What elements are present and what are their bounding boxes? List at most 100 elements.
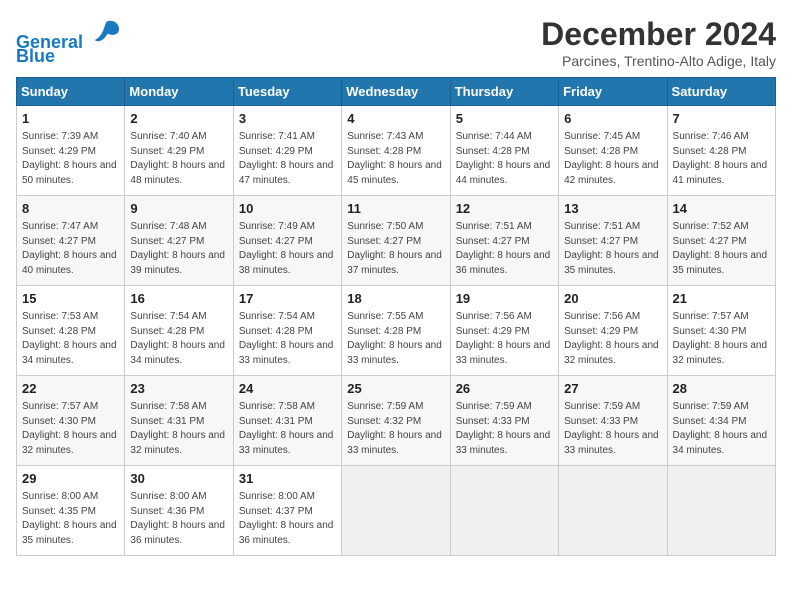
calendar-cell: 3 Sunrise: 7:41 AMSunset: 4:29 PMDayligh… bbox=[233, 106, 341, 196]
title-area: December 2024 Parcines, Trentino-Alto Ad… bbox=[541, 16, 776, 69]
calendar-table: SundayMondayTuesdayWednesdayThursdayFrid… bbox=[16, 77, 776, 556]
day-content: Sunrise: 7:58 AMSunset: 4:31 PMDaylight:… bbox=[239, 400, 336, 458]
day-content: Sunrise: 7:43 AMSunset: 4:28 PMDaylight:… bbox=[347, 130, 444, 188]
day-content: Sunrise: 7:59 AMSunset: 4:33 PMDaylight:… bbox=[456, 400, 553, 458]
day-content: Sunrise: 8:00 AMSunset: 4:35 PMDaylight:… bbox=[22, 490, 119, 548]
calendar-cell: 13 Sunrise: 7:51 AMSunset: 4:27 PMDaylig… bbox=[559, 196, 667, 286]
day-number: 28 bbox=[673, 380, 770, 398]
calendar-cell: 28 Sunrise: 7:59 AMSunset: 4:34 PMDaylig… bbox=[667, 376, 775, 466]
weekday-header-tuesday: Tuesday bbox=[233, 78, 341, 106]
calendar-cell: 6 Sunrise: 7:45 AMSunset: 4:28 PMDayligh… bbox=[559, 106, 667, 196]
day-number: 30 bbox=[130, 470, 227, 488]
day-content: Sunrise: 7:57 AMSunset: 4:30 PMDaylight:… bbox=[673, 310, 770, 368]
day-content: Sunrise: 7:54 AMSunset: 4:28 PMDaylight:… bbox=[130, 310, 227, 368]
calendar-week-2: 8 Sunrise: 7:47 AMSunset: 4:27 PMDayligh… bbox=[17, 196, 776, 286]
day-number: 16 bbox=[130, 290, 227, 308]
calendar-cell: 21 Sunrise: 7:57 AMSunset: 4:30 PMDaylig… bbox=[667, 286, 775, 376]
day-number: 13 bbox=[564, 200, 661, 218]
day-number: 7 bbox=[673, 110, 770, 128]
day-content: Sunrise: 7:57 AMSunset: 4:30 PMDaylight:… bbox=[22, 400, 119, 458]
calendar-cell bbox=[559, 466, 667, 556]
calendar-cell: 2 Sunrise: 7:40 AMSunset: 4:29 PMDayligh… bbox=[125, 106, 233, 196]
calendar-cell bbox=[342, 466, 450, 556]
calendar-cell bbox=[667, 466, 775, 556]
calendar-cell: 5 Sunrise: 7:44 AMSunset: 4:28 PMDayligh… bbox=[450, 106, 558, 196]
calendar-cell: 4 Sunrise: 7:43 AMSunset: 4:28 PMDayligh… bbox=[342, 106, 450, 196]
day-number: 18 bbox=[347, 290, 444, 308]
day-content: Sunrise: 7:59 AMSunset: 4:34 PMDaylight:… bbox=[673, 400, 770, 458]
calendar-cell: 20 Sunrise: 7:56 AMSunset: 4:29 PMDaylig… bbox=[559, 286, 667, 376]
weekday-header-friday: Friday bbox=[559, 78, 667, 106]
day-content: Sunrise: 7:51 AMSunset: 4:27 PMDaylight:… bbox=[456, 220, 553, 278]
day-number: 2 bbox=[130, 110, 227, 128]
calendar-week-3: 15 Sunrise: 7:53 AMSunset: 4:28 PMDaylig… bbox=[17, 286, 776, 376]
weekday-header-saturday: Saturday bbox=[667, 78, 775, 106]
calendar-cell: 19 Sunrise: 7:56 AMSunset: 4:29 PMDaylig… bbox=[450, 286, 558, 376]
day-number: 19 bbox=[456, 290, 553, 308]
calendar-cell: 8 Sunrise: 7:47 AMSunset: 4:27 PMDayligh… bbox=[17, 196, 125, 286]
day-content: Sunrise: 7:54 AMSunset: 4:28 PMDaylight:… bbox=[239, 310, 336, 368]
calendar-cell: 9 Sunrise: 7:48 AMSunset: 4:27 PMDayligh… bbox=[125, 196, 233, 286]
day-number: 3 bbox=[239, 110, 336, 128]
day-content: Sunrise: 7:58 AMSunset: 4:31 PMDaylight:… bbox=[130, 400, 227, 458]
day-number: 27 bbox=[564, 380, 661, 398]
page-subtitle: Parcines, Trentino-Alto Adige, Italy bbox=[541, 53, 776, 69]
page-title: December 2024 bbox=[541, 16, 776, 53]
day-number: 4 bbox=[347, 110, 444, 128]
day-content: Sunrise: 7:46 AMSunset: 4:28 PMDaylight:… bbox=[673, 130, 770, 188]
logo: General Blue bbox=[16, 16, 122, 67]
day-number: 24 bbox=[239, 380, 336, 398]
day-number: 23 bbox=[130, 380, 227, 398]
day-content: Sunrise: 7:41 AMSunset: 4:29 PMDaylight:… bbox=[239, 130, 336, 188]
calendar-cell: 24 Sunrise: 7:58 AMSunset: 4:31 PMDaylig… bbox=[233, 376, 341, 466]
day-content: Sunrise: 7:56 AMSunset: 4:29 PMDaylight:… bbox=[564, 310, 661, 368]
calendar-week-4: 22 Sunrise: 7:57 AMSunset: 4:30 PMDaylig… bbox=[17, 376, 776, 466]
calendar-cell: 27 Sunrise: 7:59 AMSunset: 4:33 PMDaylig… bbox=[559, 376, 667, 466]
calendar-cell: 18 Sunrise: 7:55 AMSunset: 4:28 PMDaylig… bbox=[342, 286, 450, 376]
day-content: Sunrise: 8:00 AMSunset: 4:37 PMDaylight:… bbox=[239, 490, 336, 548]
day-content: Sunrise: 7:48 AMSunset: 4:27 PMDaylight:… bbox=[130, 220, 227, 278]
day-number: 25 bbox=[347, 380, 444, 398]
day-content: Sunrise: 7:52 AMSunset: 4:27 PMDaylight:… bbox=[673, 220, 770, 278]
day-number: 15 bbox=[22, 290, 119, 308]
day-content: Sunrise: 7:39 AMSunset: 4:29 PMDaylight:… bbox=[22, 130, 119, 188]
day-content: Sunrise: 7:47 AMSunset: 4:27 PMDaylight:… bbox=[22, 220, 119, 278]
day-content: Sunrise: 8:00 AMSunset: 4:36 PMDaylight:… bbox=[130, 490, 227, 548]
weekday-header-monday: Monday bbox=[125, 78, 233, 106]
calendar-cell: 30 Sunrise: 8:00 AMSunset: 4:36 PMDaylig… bbox=[125, 466, 233, 556]
calendar-cell: 1 Sunrise: 7:39 AMSunset: 4:29 PMDayligh… bbox=[17, 106, 125, 196]
calendar-cell: 23 Sunrise: 7:58 AMSunset: 4:31 PMDaylig… bbox=[125, 376, 233, 466]
calendar-cell: 31 Sunrise: 8:00 AMSunset: 4:37 PMDaylig… bbox=[233, 466, 341, 556]
calendar-week-1: 1 Sunrise: 7:39 AMSunset: 4:29 PMDayligh… bbox=[17, 106, 776, 196]
calendar-cell: 26 Sunrise: 7:59 AMSunset: 4:33 PMDaylig… bbox=[450, 376, 558, 466]
day-content: Sunrise: 7:44 AMSunset: 4:28 PMDaylight:… bbox=[456, 130, 553, 188]
calendar-cell: 12 Sunrise: 7:51 AMSunset: 4:27 PMDaylig… bbox=[450, 196, 558, 286]
calendar-cell: 17 Sunrise: 7:54 AMSunset: 4:28 PMDaylig… bbox=[233, 286, 341, 376]
calendar-cell: 15 Sunrise: 7:53 AMSunset: 4:28 PMDaylig… bbox=[17, 286, 125, 376]
calendar-cell: 25 Sunrise: 7:59 AMSunset: 4:32 PMDaylig… bbox=[342, 376, 450, 466]
day-number: 31 bbox=[239, 470, 336, 488]
day-number: 21 bbox=[673, 290, 770, 308]
calendar-cell: 22 Sunrise: 7:57 AMSunset: 4:30 PMDaylig… bbox=[17, 376, 125, 466]
day-content: Sunrise: 7:59 AMSunset: 4:33 PMDaylight:… bbox=[564, 400, 661, 458]
day-number: 9 bbox=[130, 200, 227, 218]
day-content: Sunrise: 7:40 AMSunset: 4:29 PMDaylight:… bbox=[130, 130, 227, 188]
day-number: 6 bbox=[564, 110, 661, 128]
weekday-header-thursday: Thursday bbox=[450, 78, 558, 106]
calendar-cell: 29 Sunrise: 8:00 AMSunset: 4:35 PMDaylig… bbox=[17, 466, 125, 556]
day-content: Sunrise: 7:53 AMSunset: 4:28 PMDaylight:… bbox=[22, 310, 119, 368]
calendar-cell: 14 Sunrise: 7:52 AMSunset: 4:27 PMDaylig… bbox=[667, 196, 775, 286]
day-number: 22 bbox=[22, 380, 119, 398]
day-number: 8 bbox=[22, 200, 119, 218]
day-number: 1 bbox=[22, 110, 119, 128]
weekday-header-wednesday: Wednesday bbox=[342, 78, 450, 106]
calendar-cell bbox=[450, 466, 558, 556]
day-content: Sunrise: 7:49 AMSunset: 4:27 PMDaylight:… bbox=[239, 220, 336, 278]
day-content: Sunrise: 7:59 AMSunset: 4:32 PMDaylight:… bbox=[347, 400, 444, 458]
day-content: Sunrise: 7:55 AMSunset: 4:28 PMDaylight:… bbox=[347, 310, 444, 368]
logo-bird-icon bbox=[90, 16, 122, 48]
weekday-header-sunday: Sunday bbox=[17, 78, 125, 106]
calendar-cell: 10 Sunrise: 7:49 AMSunset: 4:27 PMDaylig… bbox=[233, 196, 341, 286]
day-number: 29 bbox=[22, 470, 119, 488]
weekday-header-row: SundayMondayTuesdayWednesdayThursdayFrid… bbox=[17, 78, 776, 106]
